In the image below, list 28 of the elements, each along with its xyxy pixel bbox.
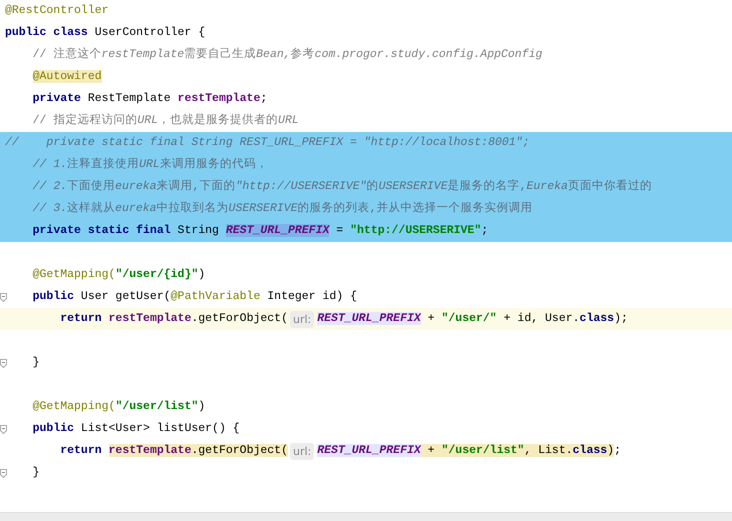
code-text: public User getUser(@PathVariable Integer id) { xyxy=(32,289,357,305)
code-text: @RestController xyxy=(5,3,109,19)
code-text: @Autowired xyxy=(32,69,102,85)
fold-icon[interactable] xyxy=(0,293,7,302)
code-text: // 注意这个restTemplate需要自己生成Bean,参考com.progor.study.config.AppConfig xyxy=(32,46,542,63)
code-text: private static final String REST_URL_PREFIX = "http://USERSERIVE"; xyxy=(32,223,488,239)
code-text: @GetMapping("/user/list") xyxy=(32,399,206,415)
fold-icon[interactable] xyxy=(0,425,7,434)
fold-icon[interactable] xyxy=(0,469,7,478)
parameter-hint: url: xyxy=(290,442,314,460)
horizontal-scrollbar[interactable] xyxy=(0,512,732,521)
code-text: } xyxy=(32,465,40,481)
code-text: // 1.注释直接使用URL来调用服务的代码， xyxy=(32,156,268,173)
code-text: REST_URL_PREFIX + "/user/list", List.class); xyxy=(317,443,621,459)
code-text: // 3.这样就从eureka中拉取到名为USERSERIVE的服务的列表,并从中选择一个服务实例调用 xyxy=(32,200,532,217)
code-text: public class UserController { xyxy=(5,25,206,41)
code-text: @GetMapping("/user/{id}") xyxy=(32,267,206,283)
code-text: REST_URL_PREFIX + "/user/" + id, User.class); xyxy=(317,311,628,327)
code-text: public List<User> listUser() { xyxy=(32,421,240,437)
code-text: return restTemplate.getForObject( xyxy=(60,311,288,327)
code-text: // 指定远程访问的URL，也就是服务提供者的URL xyxy=(32,112,299,129)
code-text: private RestTemplate restTemplate; xyxy=(32,91,268,107)
code-text: } xyxy=(32,355,40,371)
fold-icon[interactable] xyxy=(0,359,7,368)
parameter-hint: url: xyxy=(290,310,314,328)
code-text: return restTemplate.getForObject( xyxy=(60,443,288,459)
code-text: // 2.下面使用eureka来调用,下面的"http://USERSERIVE"的USERSERIVE是服务的名字,Eureka页面中你看过的 xyxy=(32,178,652,195)
code-text: // private static final String REST_URL_PREFIX = "http://localhost:8001"; xyxy=(5,135,530,151)
